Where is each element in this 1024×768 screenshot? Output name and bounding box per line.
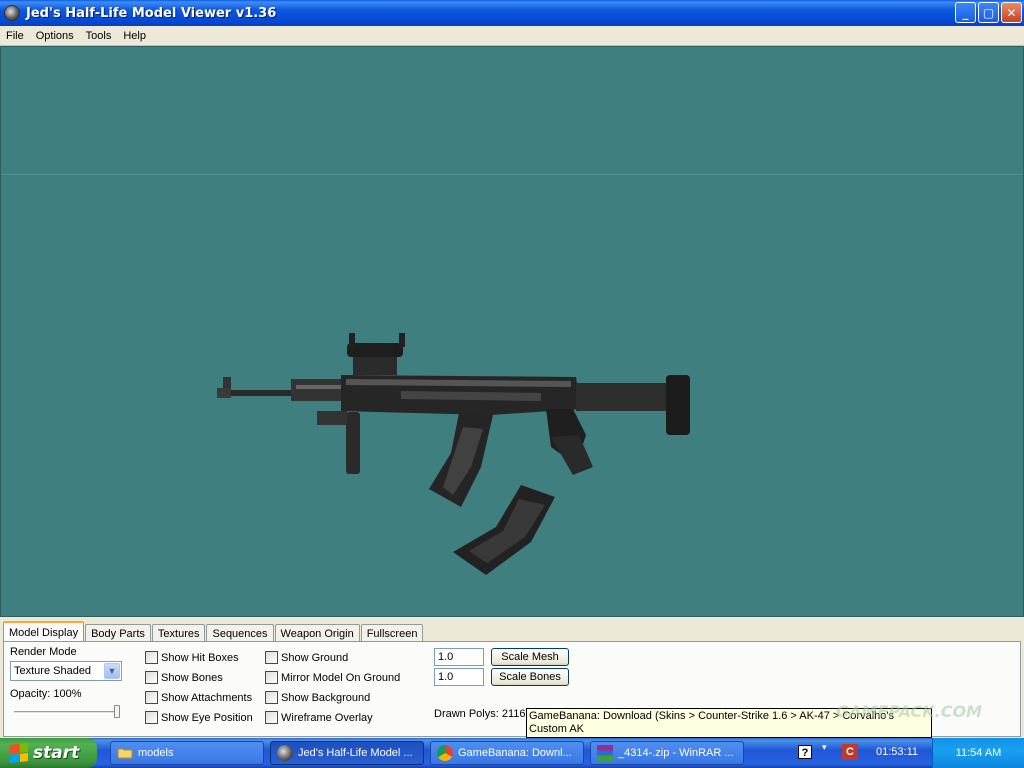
clock[interactable]: 11:54 AM bbox=[956, 747, 1002, 759]
window-title: Jed's Half-Life Model Viewer v1.36 bbox=[26, 5, 277, 21]
render-mode-select[interactable]: Texture Shaded ▼ bbox=[10, 661, 122, 681]
menu-bar: File Options Tools Help bbox=[0, 26, 1024, 46]
checkbox-box[interactable] bbox=[145, 711, 158, 724]
task-models[interactable]: models bbox=[110, 741, 264, 765]
title-bar[interactable]: Jed's Half-Life Model Viewer v1.36 _ ▢ ✕ bbox=[0, 0, 1024, 26]
chevron-down-icon[interactable]: ▼ bbox=[104, 663, 120, 679]
folder-icon bbox=[117, 748, 133, 759]
task-gamebanana-browser[interactable]: GameBanana: Downl... bbox=[430, 741, 584, 765]
tab-body-parts[interactable]: Body Parts bbox=[85, 624, 151, 642]
scale-mesh-button[interactable]: Scale Mesh bbox=[491, 648, 569, 666]
checkbox-label: Show Attachments bbox=[161, 691, 253, 704]
checkbox-label: Show Background bbox=[281, 691, 371, 704]
render-mode-value: Texture Shaded bbox=[14, 665, 92, 677]
menu-tools[interactable]: Tools bbox=[80, 30, 118, 42]
menu-file[interactable]: File bbox=[0, 30, 30, 42]
app-icon[interactable] bbox=[4, 5, 20, 21]
watermark-logo: GAMEPACK.COM bbox=[836, 702, 1024, 742]
tab-strip: Model Display Body Parts Textures Sequen… bbox=[3, 621, 424, 642]
mirror-model-checkbox[interactable]: Mirror Model On Ground bbox=[265, 671, 400, 684]
tab-fullscreen[interactable]: Fullscreen bbox=[360, 624, 424, 642]
show-background-checkbox[interactable]: Show Background bbox=[265, 691, 370, 704]
winrar-icon bbox=[597, 745, 613, 761]
show-eye-position-checkbox[interactable]: Show Eye Position bbox=[145, 711, 253, 724]
tab-textures[interactable]: Textures bbox=[151, 624, 206, 642]
task-label: Jed's Half-Life Model ... bbox=[298, 747, 413, 759]
checkbox-label: Show Eye Position bbox=[161, 711, 253, 724]
checkbox-label: Show Hit Boxes bbox=[161, 651, 239, 664]
close-button[interactable]: ✕ bbox=[1001, 2, 1022, 23]
recording-timer: 01:53:11 bbox=[876, 746, 919, 758]
show-hit-boxes-checkbox[interactable]: Show Hit Boxes bbox=[145, 651, 239, 664]
opacity-label: Opacity: 100% bbox=[10, 688, 82, 700]
menu-options[interactable]: Options bbox=[30, 30, 80, 42]
system-tray: 11:54 AM bbox=[932, 738, 1024, 768]
checkbox-label: Show Ground bbox=[281, 651, 349, 664]
scale-bones-button[interactable]: Scale Bones bbox=[491, 668, 569, 686]
task-winrar[interactable]: _4314-.zip - WinRAR ... bbox=[590, 741, 744, 765]
watermark-text: GAMEPACK.COM bbox=[836, 702, 982, 721]
weapon-model bbox=[217, 333, 690, 575]
checkbox-box[interactable] bbox=[145, 691, 158, 704]
tab-model-display[interactable]: Model Display bbox=[3, 621, 85, 642]
task-label: _4314-.zip - WinRAR ... bbox=[618, 747, 734, 759]
checkbox-box[interactable] bbox=[265, 671, 278, 684]
checkbox-box[interactable] bbox=[145, 671, 158, 684]
maximize-button[interactable]: ▢ bbox=[978, 2, 999, 23]
checkbox-label: Wireframe Overlay bbox=[281, 711, 373, 724]
opacity-slider-thumb[interactable] bbox=[114, 705, 120, 718]
scale-mesh-input[interactable]: 1.0 bbox=[434, 648, 484, 666]
checkbox-box[interactable] bbox=[145, 651, 158, 664]
checkbox-box[interactable] bbox=[265, 651, 278, 664]
tab-sequences[interactable]: Sequences bbox=[206, 624, 274, 642]
help-icon[interactable]: ? bbox=[798, 745, 812, 759]
drawn-polys-label: Drawn Polys: 2116 bbox=[434, 708, 526, 720]
task-label: GameBanana: Downl... bbox=[458, 747, 572, 759]
tab-weapon-origin[interactable]: Weapon Origin bbox=[274, 624, 360, 642]
show-ground-checkbox[interactable]: Show Ground bbox=[265, 651, 348, 664]
checkbox-box[interactable] bbox=[265, 691, 278, 704]
start-label: start bbox=[33, 743, 80, 763]
checkbox-label: Show Bones bbox=[161, 671, 223, 684]
chrome-icon bbox=[437, 745, 453, 761]
window-controls: _ ▢ ✕ bbox=[955, 2, 1022, 23]
scale-bones-input[interactable]: 1.0 bbox=[434, 668, 484, 686]
minimize-button[interactable]: _ bbox=[955, 2, 976, 23]
checkbox-box[interactable] bbox=[265, 711, 278, 724]
show-attachments-checkbox[interactable]: Show Attachments bbox=[145, 691, 252, 704]
checkbox-label: Mirror Model On Ground bbox=[281, 671, 401, 684]
windows-logo-icon bbox=[10, 743, 28, 763]
task-label: models bbox=[138, 747, 174, 759]
render-mode-label: Render Mode bbox=[10, 646, 77, 658]
recorder-icon[interactable]: C bbox=[842, 744, 858, 760]
model-viewer-icon bbox=[277, 745, 293, 761]
quick-launch-chevron-icon[interactable]: ▾ bbox=[822, 742, 827, 753]
menu-help[interactable]: Help bbox=[117, 30, 152, 42]
opacity-slider-track[interactable] bbox=[14, 711, 120, 714]
task-model-viewer[interactable]: Jed's Half-Life Model ... bbox=[270, 741, 424, 765]
show-bones-checkbox[interactable]: Show Bones bbox=[145, 671, 223, 684]
model-viewport[interactable] bbox=[0, 46, 1024, 617]
horizon-line bbox=[1, 174, 1023, 175]
start-button[interactable]: start bbox=[0, 738, 97, 768]
wireframe-overlay-checkbox[interactable]: Wireframe Overlay bbox=[265, 711, 373, 724]
